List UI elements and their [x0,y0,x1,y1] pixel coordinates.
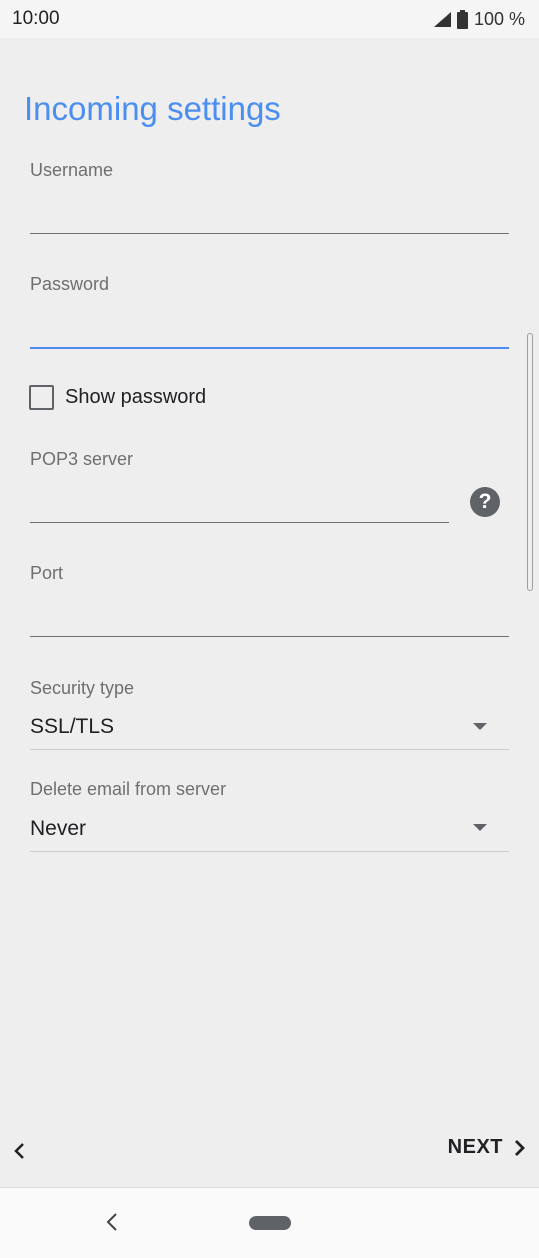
password-input[interactable] [30,314,509,344]
checkbox-icon[interactable] [29,385,54,410]
security-type-value: SSL/TLS [30,715,115,738]
port-label: Port [30,563,64,583]
delete-email-value: Never [30,817,87,840]
show-password-checkbox[interactable]: Show password [29,385,206,410]
signal-icon [433,11,451,27]
question-mark-icon[interactable]: ? [470,487,500,517]
username-input[interactable] [30,200,509,230]
security-type-dropdown[interactable]: Security type SSL/TLS [30,678,509,753]
pop3-server-field[interactable]: POP3 server [30,449,509,529]
delete-email-label: Delete email from server [30,779,227,799]
delete-email-dropdown[interactable]: Delete email from server Never [30,779,509,854]
delete-email-underline [30,851,509,852]
port-input[interactable] [30,603,509,633]
system-back-icon[interactable] [104,1210,120,1234]
password-field[interactable]: Password [30,274,509,354]
pop3-server-input[interactable] [30,489,449,519]
scrollbar[interactable] [527,333,533,591]
show-password-label: Show password [65,386,207,408]
pop3-server-label: POP3 server [30,449,134,469]
next-label: NEXT [447,1136,503,1158]
port-underline [30,636,509,637]
battery-percentage: 100 % [473,8,525,29]
pop3-server-underline [30,522,449,523]
status-time: 10:00 [12,8,60,29]
security-type-label: Security type [30,678,135,698]
username-underline [30,233,509,234]
page-title: Incoming settings [24,90,281,127]
status-indicators: 100 % [433,8,525,30]
username-field[interactable]: Username [30,160,509,240]
password-label: Password [30,274,110,294]
system-navigation-bar [0,1187,539,1258]
security-type-underline [30,749,509,750]
dropdown-arrow-icon [473,824,487,831]
status-bar: 10:00 100 % [0,0,539,38]
port-field[interactable]: Port [30,563,509,643]
dropdown-arrow-icon [473,723,487,730]
next-button[interactable]: NEXT [448,1136,527,1159]
chevron-right-icon [515,1139,525,1156]
password-underline [30,347,509,349]
battery-icon [456,9,468,29]
home-pill-icon[interactable] [249,1216,291,1230]
wizard-navigation: NEXT [0,1128,539,1176]
chevron-left-icon[interactable] [10,1140,28,1162]
username-label: Username [30,160,114,180]
